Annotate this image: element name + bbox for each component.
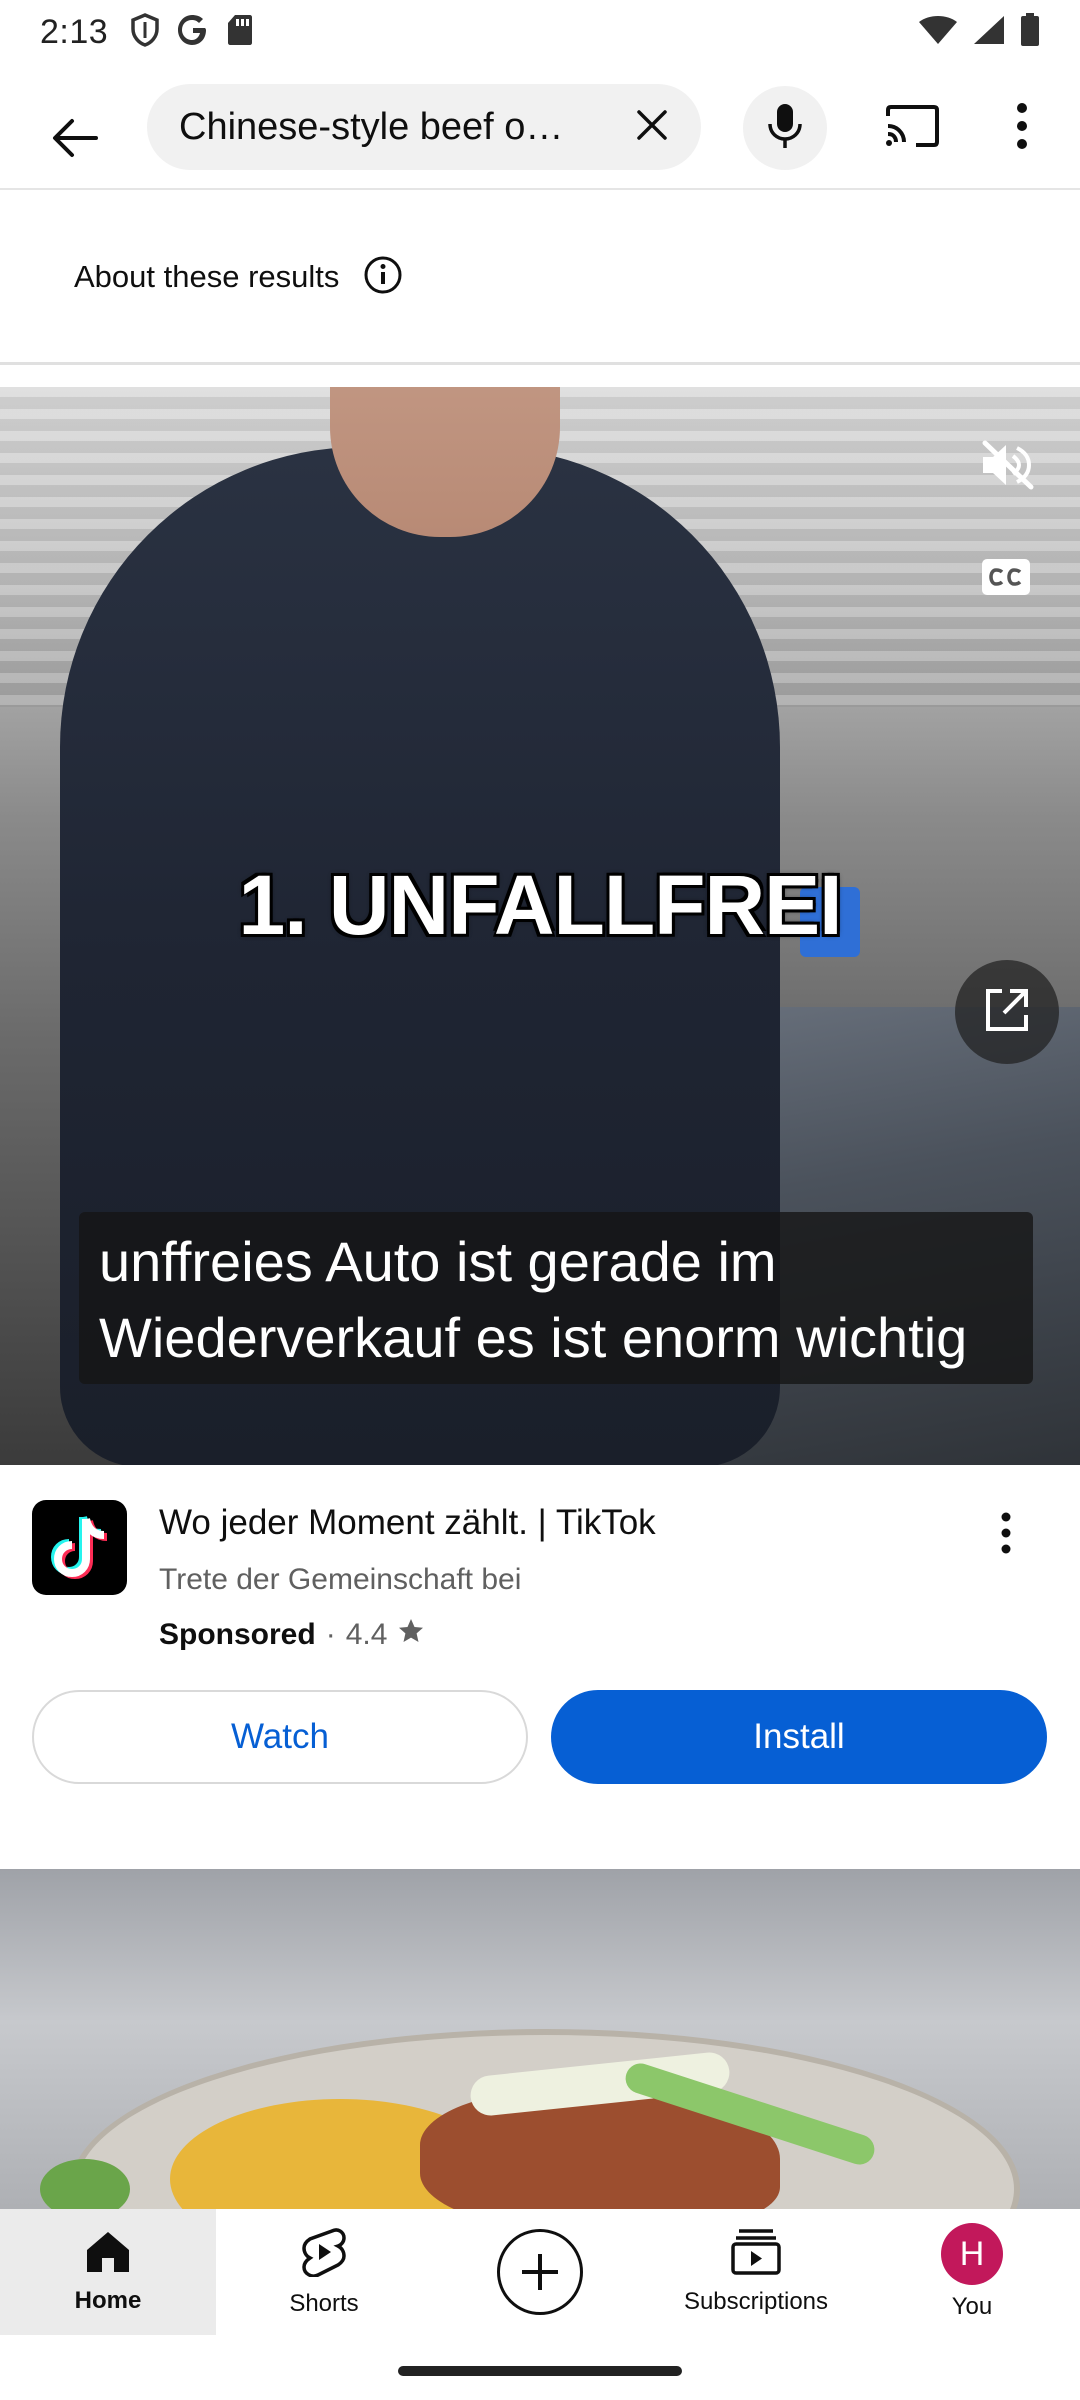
nav-shorts[interactable]: Shorts xyxy=(216,2209,432,2335)
nav-create[interactable] xyxy=(432,2209,648,2335)
ad-title[interactable]: Wo jeder Moment zählt. | TikTok xyxy=(159,1503,656,1543)
open-external-icon xyxy=(982,985,1032,1040)
search-query-text: Chinese-style beef o… xyxy=(179,105,564,148)
shield-icon xyxy=(130,12,160,52)
sponsored-label: Sponsored xyxy=(159,1618,316,1651)
nav-label: Home xyxy=(74,2286,142,2314)
caption-line: Wiederverkauf es ist enorm wichtig xyxy=(99,1306,968,1369)
info-icon[interactable] xyxy=(363,255,403,300)
ad-info-card: Wo jeder Moment zählt. | TikTok Trete de… xyxy=(0,1465,1080,1805)
battery-icon xyxy=(1020,12,1040,52)
status-system-icons xyxy=(918,12,1040,52)
avatar: H xyxy=(941,2223,1003,2285)
about-results[interactable]: About these results xyxy=(74,252,403,302)
arrow-left-icon xyxy=(50,118,98,163)
google-icon xyxy=(176,13,210,52)
tiktok-app-icon[interactable] xyxy=(32,1500,127,1595)
video-ad-player[interactable]: 1. UNFALLFREI unffreies Auto ist gerade … xyxy=(0,387,1080,1465)
voice-search-button[interactable] xyxy=(743,86,827,170)
cast-icon xyxy=(884,104,940,153)
cc-icon xyxy=(980,557,1032,602)
clear-search-button[interactable] xyxy=(623,98,681,156)
cast-button[interactable] xyxy=(870,86,954,170)
meta-separator: · xyxy=(325,1618,336,1651)
ad-meta: Sponsored · 4.4 xyxy=(159,1617,425,1653)
video-captions: unffreies Auto ist gerade im Wiederverka… xyxy=(79,1212,1033,1384)
volume-off-icon xyxy=(979,440,1035,495)
video-thumbnail[interactable] xyxy=(0,1869,1080,2209)
more-vert-icon xyxy=(1016,102,1028,155)
status-time: 2:13 xyxy=(40,12,109,51)
search-input[interactable]: Chinese-style beef o… xyxy=(147,84,701,170)
wifi-icon xyxy=(918,14,958,51)
sd-card-icon xyxy=(226,13,254,52)
nav-home[interactable]: Home xyxy=(0,2209,216,2335)
ad-more-options-button[interactable] xyxy=(976,1505,1036,1565)
shorts-icon xyxy=(302,2227,346,2282)
gesture-bar[interactable] xyxy=(398,2366,682,2376)
mic-icon xyxy=(767,102,803,155)
close-icon xyxy=(635,108,669,147)
install-button[interactable]: Install xyxy=(551,1690,1047,1784)
nav-label: Subscriptions xyxy=(683,2287,829,2315)
status-bar: 2:13 xyxy=(0,0,1080,64)
home-icon xyxy=(85,2230,131,2279)
open-external-button[interactable] xyxy=(955,960,1059,1064)
back-button[interactable] xyxy=(36,102,112,178)
more-options-button[interactable] xyxy=(980,86,1064,170)
nav-label: You xyxy=(951,2293,993,2320)
signal-icon xyxy=(972,14,1006,51)
nav-you[interactable]: H You xyxy=(864,2209,1080,2335)
search-header: Chinese-style beef o… xyxy=(0,80,1080,190)
ad-subtitle: Trete der Gemeinschaft bei xyxy=(159,1563,522,1596)
nav-label: Shorts xyxy=(289,2289,359,2317)
status-notification-icons xyxy=(130,12,254,52)
mute-button[interactable] xyxy=(972,432,1042,502)
header-divider xyxy=(0,188,1080,190)
caption-line: unffreies Auto ist gerade im xyxy=(99,1230,777,1293)
captions-button[interactable] xyxy=(977,557,1035,601)
rating-value: 4.4 xyxy=(345,1618,388,1651)
bottom-navigation: Home Shorts Subscriptions H You xyxy=(0,2209,1080,2339)
star-icon xyxy=(397,1617,425,1653)
subscriptions-icon xyxy=(731,2228,781,2280)
more-vert-icon xyxy=(1001,1512,1011,1559)
video-overlay-title: 1. UNFALLFREI xyxy=(238,858,842,952)
about-results-label: About these results xyxy=(74,259,340,294)
create-plus-icon xyxy=(497,2229,583,2315)
section-divider xyxy=(0,362,1080,365)
nav-subscriptions[interactable]: Subscriptions xyxy=(648,2209,864,2335)
watch-button[interactable]: Watch xyxy=(32,1690,528,1784)
